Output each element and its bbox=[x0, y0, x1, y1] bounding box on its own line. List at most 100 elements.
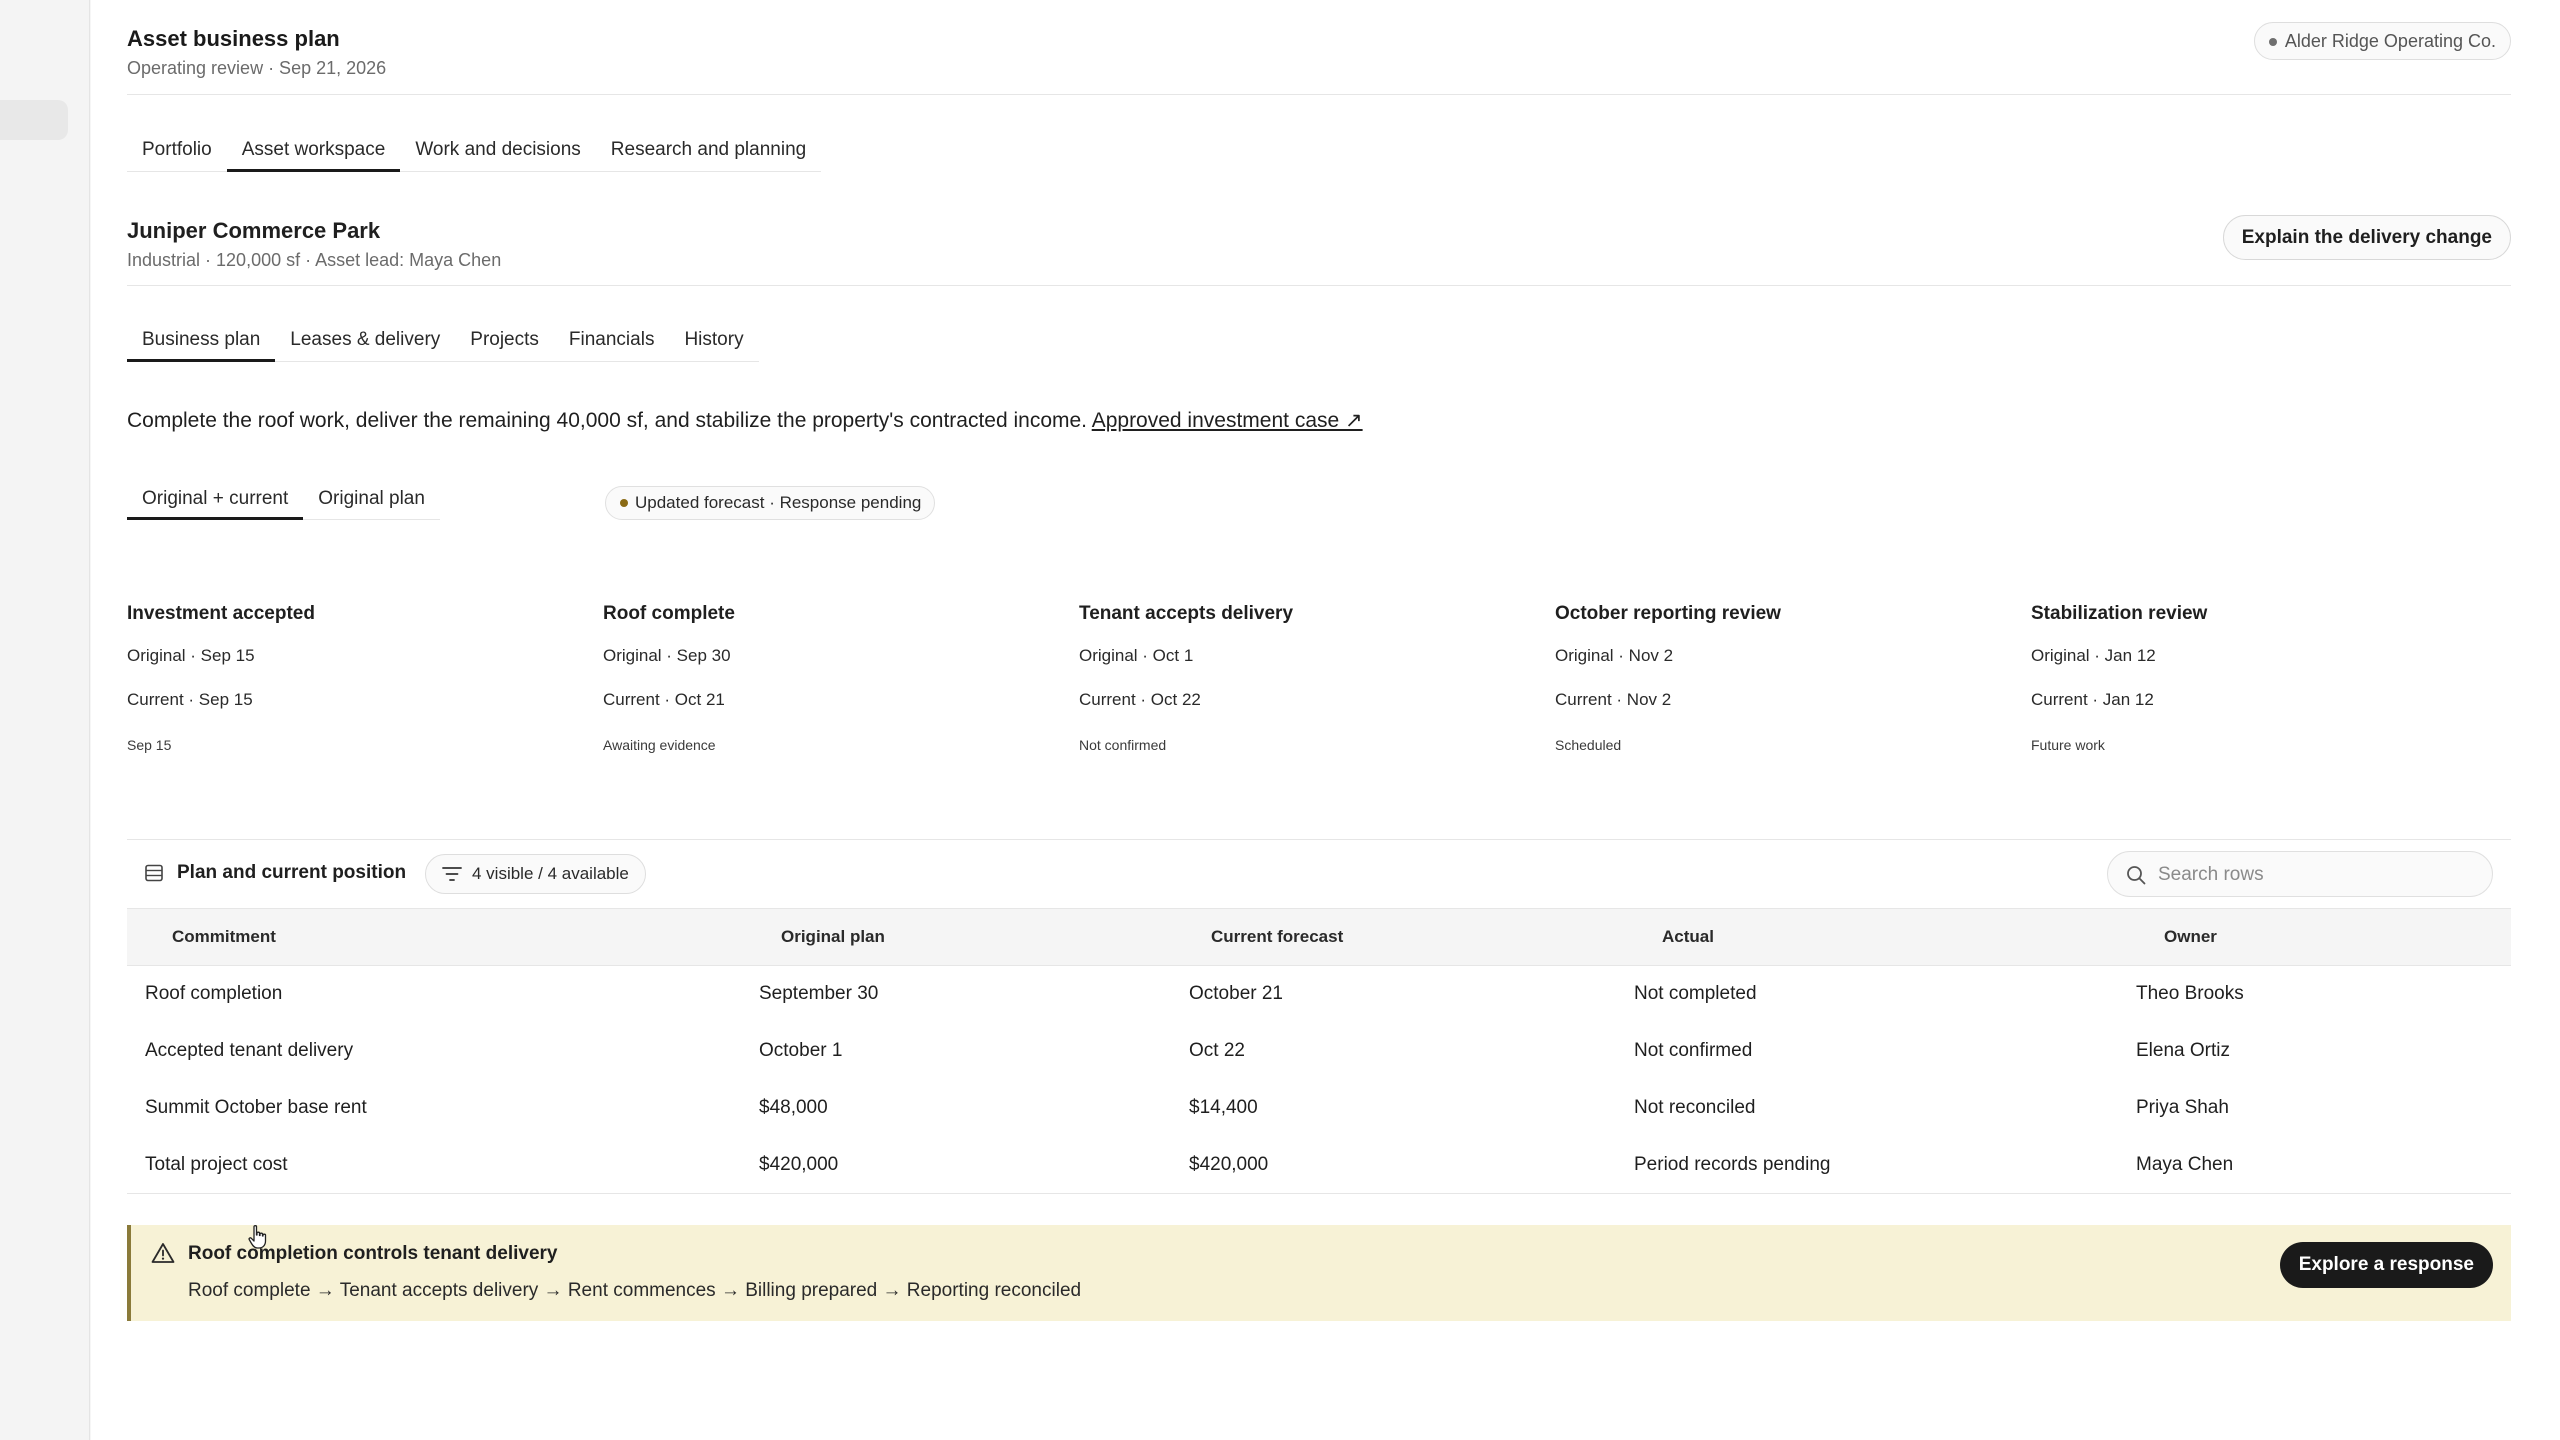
forecast-status-text: Updated forecast · Response pending bbox=[635, 493, 922, 512]
cell-actual: Not reconciled bbox=[1634, 1097, 1756, 1118]
milestone-title: Tenant accepts delivery bbox=[1079, 603, 1294, 624]
search-icon bbox=[2127, 866, 2146, 885]
plan-view-tabs: Original + current Original plan bbox=[127, 478, 440, 520]
tab-label: History bbox=[684, 328, 744, 350]
plan-position-table: Commitment Original plan Current forecas… bbox=[127, 908, 2511, 1194]
cell-original-plan: $48,000 bbox=[759, 1097, 828, 1118]
milestone-title: Roof complete bbox=[603, 603, 735, 624]
milestone-original: Original · Oct 1 bbox=[1079, 646, 1194, 665]
column-header-commitment[interactable]: Commitment bbox=[127, 909, 759, 966]
tab-label: Original plan bbox=[318, 487, 425, 509]
cell-current-forecast: October 21 bbox=[1189, 983, 1283, 1005]
filter-count: 4 visible / 4 available bbox=[472, 864, 629, 883]
table-row[interactable]: Summit October base rent $48,000 $14,400… bbox=[127, 1080, 2511, 1137]
milestone-original: Original · Jan 12 bbox=[2031, 646, 2156, 665]
tab-asset-workspace[interactable]: Asset workspace bbox=[226, 128, 401, 172]
milestone: Roof complete Original · Sep 30 Current … bbox=[603, 600, 1079, 760]
warning-icon bbox=[151, 1243, 175, 1263]
tab-research-and-planning[interactable]: Research and planning bbox=[596, 128, 821, 171]
column-header-actual[interactable]: Actual bbox=[1634, 909, 2136, 966]
milestone-timeline: Investment accepted Original · Sep 15 Cu… bbox=[127, 600, 2511, 760]
tab-leases-delivery[interactable]: Leases & delivery bbox=[275, 318, 455, 361]
milestone: Stabilization review Original · Jan 12 C… bbox=[2031, 600, 2507, 760]
table-icon bbox=[145, 864, 163, 882]
cell-original-plan: September 30 bbox=[759, 983, 879, 1005]
column-header-original-plan[interactable]: Original plan bbox=[759, 909, 1189, 966]
explain-delivery-change-button[interactable]: Explain the delivery change bbox=[2222, 215, 2511, 260]
investment-case-link[interactable]: Approved investment case ↗ bbox=[1092, 409, 1363, 432]
milestone-note: Not confirmed bbox=[1079, 737, 1167, 753]
main-panel: Asset business plan Operating review · S… bbox=[91, 0, 2560, 1440]
tab-projects[interactable]: Projects bbox=[455, 318, 554, 361]
org-status-dot-icon bbox=[2268, 38, 2277, 46]
page-subtitle: Operating review · Sep 21, 2026 bbox=[127, 58, 387, 78]
summary-text: Complete the roof work, deliver the rema… bbox=[127, 409, 1088, 432]
column-header-current-forecast[interactable]: Current forecast bbox=[1189, 909, 1634, 966]
asset-tab-bar: Business plan Leases & delivery Projects… bbox=[127, 318, 759, 362]
table-row[interactable]: Roof completion September 30 October 21 … bbox=[127, 966, 2511, 1023]
table-title: Plan and current position bbox=[177, 862, 407, 883]
milestone-current: Current · Sep 15 bbox=[127, 690, 253, 709]
callout-title: Roof completion controls tenant delivery bbox=[188, 1243, 558, 1264]
tab-label: Portfolio bbox=[142, 138, 212, 160]
hand-cursor-icon bbox=[248, 1225, 267, 1249]
org-name: Alder Ridge Operating Co. bbox=[2284, 31, 2496, 51]
tab-label: Leases & delivery bbox=[290, 328, 441, 350]
page-title: Asset business plan bbox=[127, 26, 340, 51]
tab-label: Original + current bbox=[142, 487, 289, 509]
tab-history[interactable]: History bbox=[669, 318, 758, 361]
cell-current-forecast: $14,400 bbox=[1189, 1097, 1258, 1118]
tab-label: Business plan bbox=[142, 328, 261, 350]
org-badge[interactable]: Alder Ridge Operating Co. bbox=[2253, 22, 2511, 60]
tab-portfolio[interactable]: Portfolio bbox=[127, 128, 227, 171]
tab-original-plus-current[interactable]: Original + current bbox=[127, 478, 304, 520]
milestone-note: Sep 15 bbox=[127, 737, 172, 753]
forecast-status-badge: Updated forecast · Response pending bbox=[605, 486, 936, 520]
cell-owner: Priya Shah bbox=[2136, 1097, 2229, 1118]
milestone-current: Current · Jan 12 bbox=[2031, 690, 2154, 709]
dependency-callout: Roof completion controls tenant delivery… bbox=[127, 1225, 2511, 1321]
milestone-title: Investment accepted bbox=[127, 603, 315, 624]
plan-summary: Complete the roof work, deliver the rema… bbox=[127, 408, 2511, 433]
asset-meta: Industrial · 120,000 sf · Asset lead: Ma… bbox=[127, 250, 502, 270]
cell-commitment: Accepted tenant delivery bbox=[145, 1040, 354, 1061]
milestone-original: Original · Sep 15 bbox=[127, 646, 255, 665]
tab-business-plan[interactable]: Business plan bbox=[127, 318, 276, 362]
milestone: Investment accepted Original · Sep 15 Cu… bbox=[127, 600, 603, 760]
cell-original-plan: $420,000 bbox=[759, 1153, 839, 1175]
cell-commitment: Total project cost bbox=[145, 1153, 288, 1175]
tab-label: Financials bbox=[568, 328, 655, 350]
table-row[interactable]: Total project cost $420,000 $420,000 Per… bbox=[127, 1137, 2511, 1194]
milestone-original: Original · Sep 30 bbox=[603, 646, 731, 665]
cell-actual: Not completed bbox=[1634, 983, 1757, 1005]
cell-current-forecast: Oct 22 bbox=[1189, 1040, 1245, 1061]
cell-actual: Not confirmed bbox=[1634, 1040, 1753, 1061]
asset-name: Juniper Commerce Park bbox=[127, 218, 381, 243]
search-rows-field[interactable] bbox=[2107, 851, 2493, 897]
milestone-current: Current · Oct 21 bbox=[603, 690, 725, 709]
column-header-owner[interactable]: Owner bbox=[2136, 909, 2511, 966]
cell-current-forecast: $420,000 bbox=[1189, 1153, 1269, 1175]
milestone: October reporting review Original · Nov … bbox=[1555, 600, 2031, 760]
milestone-original: Original · Nov 2 bbox=[1555, 646, 1674, 665]
cell-commitment: Summit October base rent bbox=[145, 1097, 367, 1118]
table-row[interactable]: Accepted tenant delivery October 1 Oct 2… bbox=[127, 1023, 2511, 1080]
sidebar-nav-item[interactable] bbox=[0, 100, 68, 140]
table-toolbar: Plan and current position 4 visible / 4 … bbox=[127, 840, 2511, 908]
tab-financials[interactable]: Financials bbox=[554, 318, 670, 361]
cell-actual: Period records pending bbox=[1634, 1153, 1831, 1175]
top-tab-bar: Portfolio Asset workspace Work and decis… bbox=[127, 128, 822, 172]
tab-work-and-decisions[interactable]: Work and decisions bbox=[400, 128, 595, 171]
tab-label: Projects bbox=[470, 328, 539, 350]
milestone-note: Scheduled bbox=[1555, 737, 1622, 753]
row-filter-button[interactable]: 4 visible / 4 available bbox=[425, 854, 646, 894]
filter-icon bbox=[442, 867, 462, 881]
asset-header: Juniper Commerce Park Industrial · 120,0… bbox=[127, 200, 2511, 286]
cell-original-plan: October 1 bbox=[759, 1040, 843, 1061]
table-header-row: Commitment Original plan Current forecas… bbox=[127, 908, 2511, 966]
explore-response-button[interactable]: Explore a response bbox=[2279, 1242, 2493, 1288]
cell-owner: Maya Chen bbox=[2136, 1153, 2234, 1175]
milestone-note: Future work bbox=[2031, 737, 2105, 753]
tab-original-plan[interactable]: Original plan bbox=[303, 478, 440, 519]
search-input[interactable] bbox=[2158, 860, 2478, 890]
